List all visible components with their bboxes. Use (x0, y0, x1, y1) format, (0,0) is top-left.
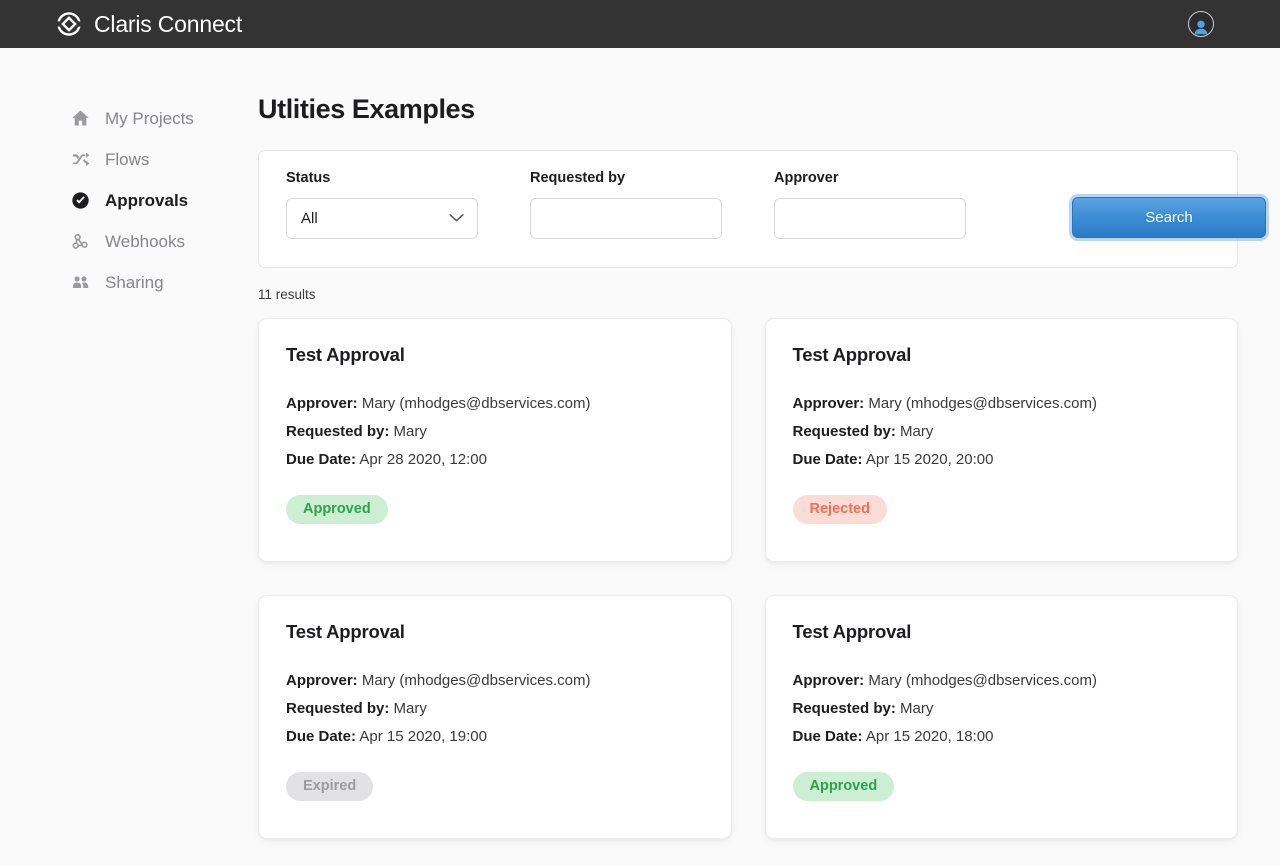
card-approver-row: Approver: Mary (mhodges@dbservices.com) (286, 390, 704, 418)
status-badge: Approved (792, 772, 895, 801)
filter-field-status: Status All (286, 171, 478, 239)
card-requested-by-row: Requested by: Mary (286, 695, 704, 723)
card-due-date-row: Due Date: Apr 28 2020, 12:00 (286, 446, 704, 474)
approver-input[interactable] (774, 197, 966, 239)
approval-card[interactable]: Test Approval Approver: Mary (mhodges@db… (258, 317, 732, 562)
card-requested-by-row: Requested by: Mary (793, 695, 1211, 723)
card-title: Test Approval (792, 343, 912, 365)
card-approver-row: Approver: Mary (mhodges@dbservices.com) (793, 667, 1211, 695)
approval-card[interactable]: Test Approval Approver: Mary (mhodges@db… (764, 317, 1238, 562)
check-circle-icon (70, 191, 90, 211)
card-approver-value: Mary (mhodges@dbservices.com) (868, 672, 1097, 689)
app-header: Claris Connect (0, 0, 1280, 48)
page-title: Utlities Examples (258, 94, 475, 124)
card-approver-label: Approver: (792, 395, 865, 412)
card-due-date-row: Due Date: Apr 15 2020, 20:00 (793, 446, 1211, 474)
sidebar-item-approvals[interactable]: Approvals (0, 180, 258, 221)
sidebar-item-label: Flows (105, 150, 150, 169)
filter-panel: Status All Requested by Approver Search (258, 150, 1266, 268)
status-label: Status (286, 170, 331, 186)
card-approver-value: Mary (mhodges@dbservices.com) (361, 672, 591, 689)
search-slot: Search (1072, 171, 1266, 238)
filter-field-requested-by: Requested by (530, 171, 722, 239)
status-select-wrap: All (286, 197, 478, 239)
card-approver-label: Approver: (792, 672, 865, 689)
sidebar-item-label: Approvals (105, 191, 189, 210)
card-due-date-value: Apr 15 2020, 20:00 (865, 451, 994, 468)
card-title: Test Approval (792, 620, 912, 642)
brand[interactable]: Claris Connect (56, 11, 242, 37)
card-due-date-value: Apr 28 2020, 12:00 (359, 451, 487, 468)
card-approver-label: Approver: (286, 395, 358, 412)
brand-name: Claris Connect (94, 10, 243, 37)
card-due-date-label: Due Date: (792, 451, 863, 468)
sidebar-item-my-projects[interactable]: My Projects (0, 98, 258, 139)
sidebar-item-webhooks[interactable]: Webhooks (0, 221, 258, 262)
approval-card-grid: Test Approval Approver: Mary (mhodges@db… (258, 317, 1238, 839)
user-avatar-icon[interactable] (1188, 11, 1214, 37)
card-title: Test Approval (286, 343, 405, 365)
webhook-icon (70, 232, 90, 252)
card-due-date-value: Apr 15 2020, 19:00 (359, 728, 487, 745)
sidebar-item-label: Webhooks (105, 232, 186, 251)
card-requested-by-row: Requested by: Mary (286, 418, 704, 446)
sidebar-item-label: Sharing (105, 273, 164, 292)
card-requested-by-value: Mary (900, 700, 934, 717)
approver-label: Approver (774, 170, 839, 186)
card-requested-by-row: Requested by: Mary (793, 418, 1211, 446)
approval-card[interactable]: Test Approval Approver: Mary (mhodges@db… (258, 594, 732, 839)
card-requested-by-label: Requested by: (286, 423, 390, 440)
card-requested-by-label: Requested by: (286, 700, 390, 717)
card-requested-by-label: Requested by: (792, 423, 896, 440)
card-approver-row: Approver: Mary (mhodges@dbservices.com) (793, 390, 1211, 418)
search-button[interactable]: Search (1072, 197, 1266, 238)
sidebar-item-sharing[interactable]: Sharing (0, 262, 258, 303)
card-due-date-label: Due Date: (286, 728, 357, 745)
status-badge: Rejected (792, 495, 887, 524)
status-select[interactable]: All (286, 197, 478, 239)
card-requested-by-label: Requested by: (792, 700, 896, 717)
status-badge: Approved (286, 495, 388, 524)
card-due-date-label: Due Date: (792, 728, 863, 745)
sidebar-item-flows[interactable]: Flows (0, 139, 258, 180)
sidebar-item-label: My Projects (105, 109, 194, 128)
sidebar: My Projects Flows Approvals Webhooks Sha… (0, 48, 258, 865)
card-due-date-label: Due Date: (286, 451, 357, 468)
card-title: Test Approval (286, 620, 405, 642)
results-count: 11 results (258, 287, 316, 302)
card-approver-label: Approver: (286, 672, 358, 689)
card-due-date-row: Due Date: Apr 15 2020, 18:00 (793, 723, 1211, 751)
page-body: My Projects Flows Approvals Webhooks Sha… (0, 48, 1280, 865)
card-approver-row: Approver: Mary (mhodges@dbservices.com) (286, 667, 704, 695)
claris-diamond-logo-icon (56, 11, 82, 37)
card-requested-by-value: Mary (900, 423, 934, 440)
card-requested-by-value: Mary (393, 700, 427, 717)
requested-by-label: Requested by (530, 170, 626, 186)
status-badge: Expired (286, 772, 374, 801)
card-approver-value: Mary (mhodges@dbservices.com) (361, 395, 591, 412)
card-due-date-row: Due Date: Apr 15 2020, 19:00 (286, 723, 704, 751)
shuffle-icon (70, 150, 90, 170)
filter-field-approver: Approver (774, 171, 966, 239)
approval-card[interactable]: Test Approval Approver: Mary (mhodges@db… (764, 594, 1238, 839)
requested-by-input[interactable] (530, 197, 722, 239)
main-content: Utlities Examples Status All Requested b… (258, 48, 1280, 865)
card-due-date-value: Apr 15 2020, 18:00 (865, 728, 994, 745)
people-icon (70, 273, 90, 293)
card-approver-value: Mary (mhodges@dbservices.com) (868, 395, 1097, 412)
card-requested-by-value: Mary (393, 423, 427, 440)
home-icon (70, 109, 90, 129)
